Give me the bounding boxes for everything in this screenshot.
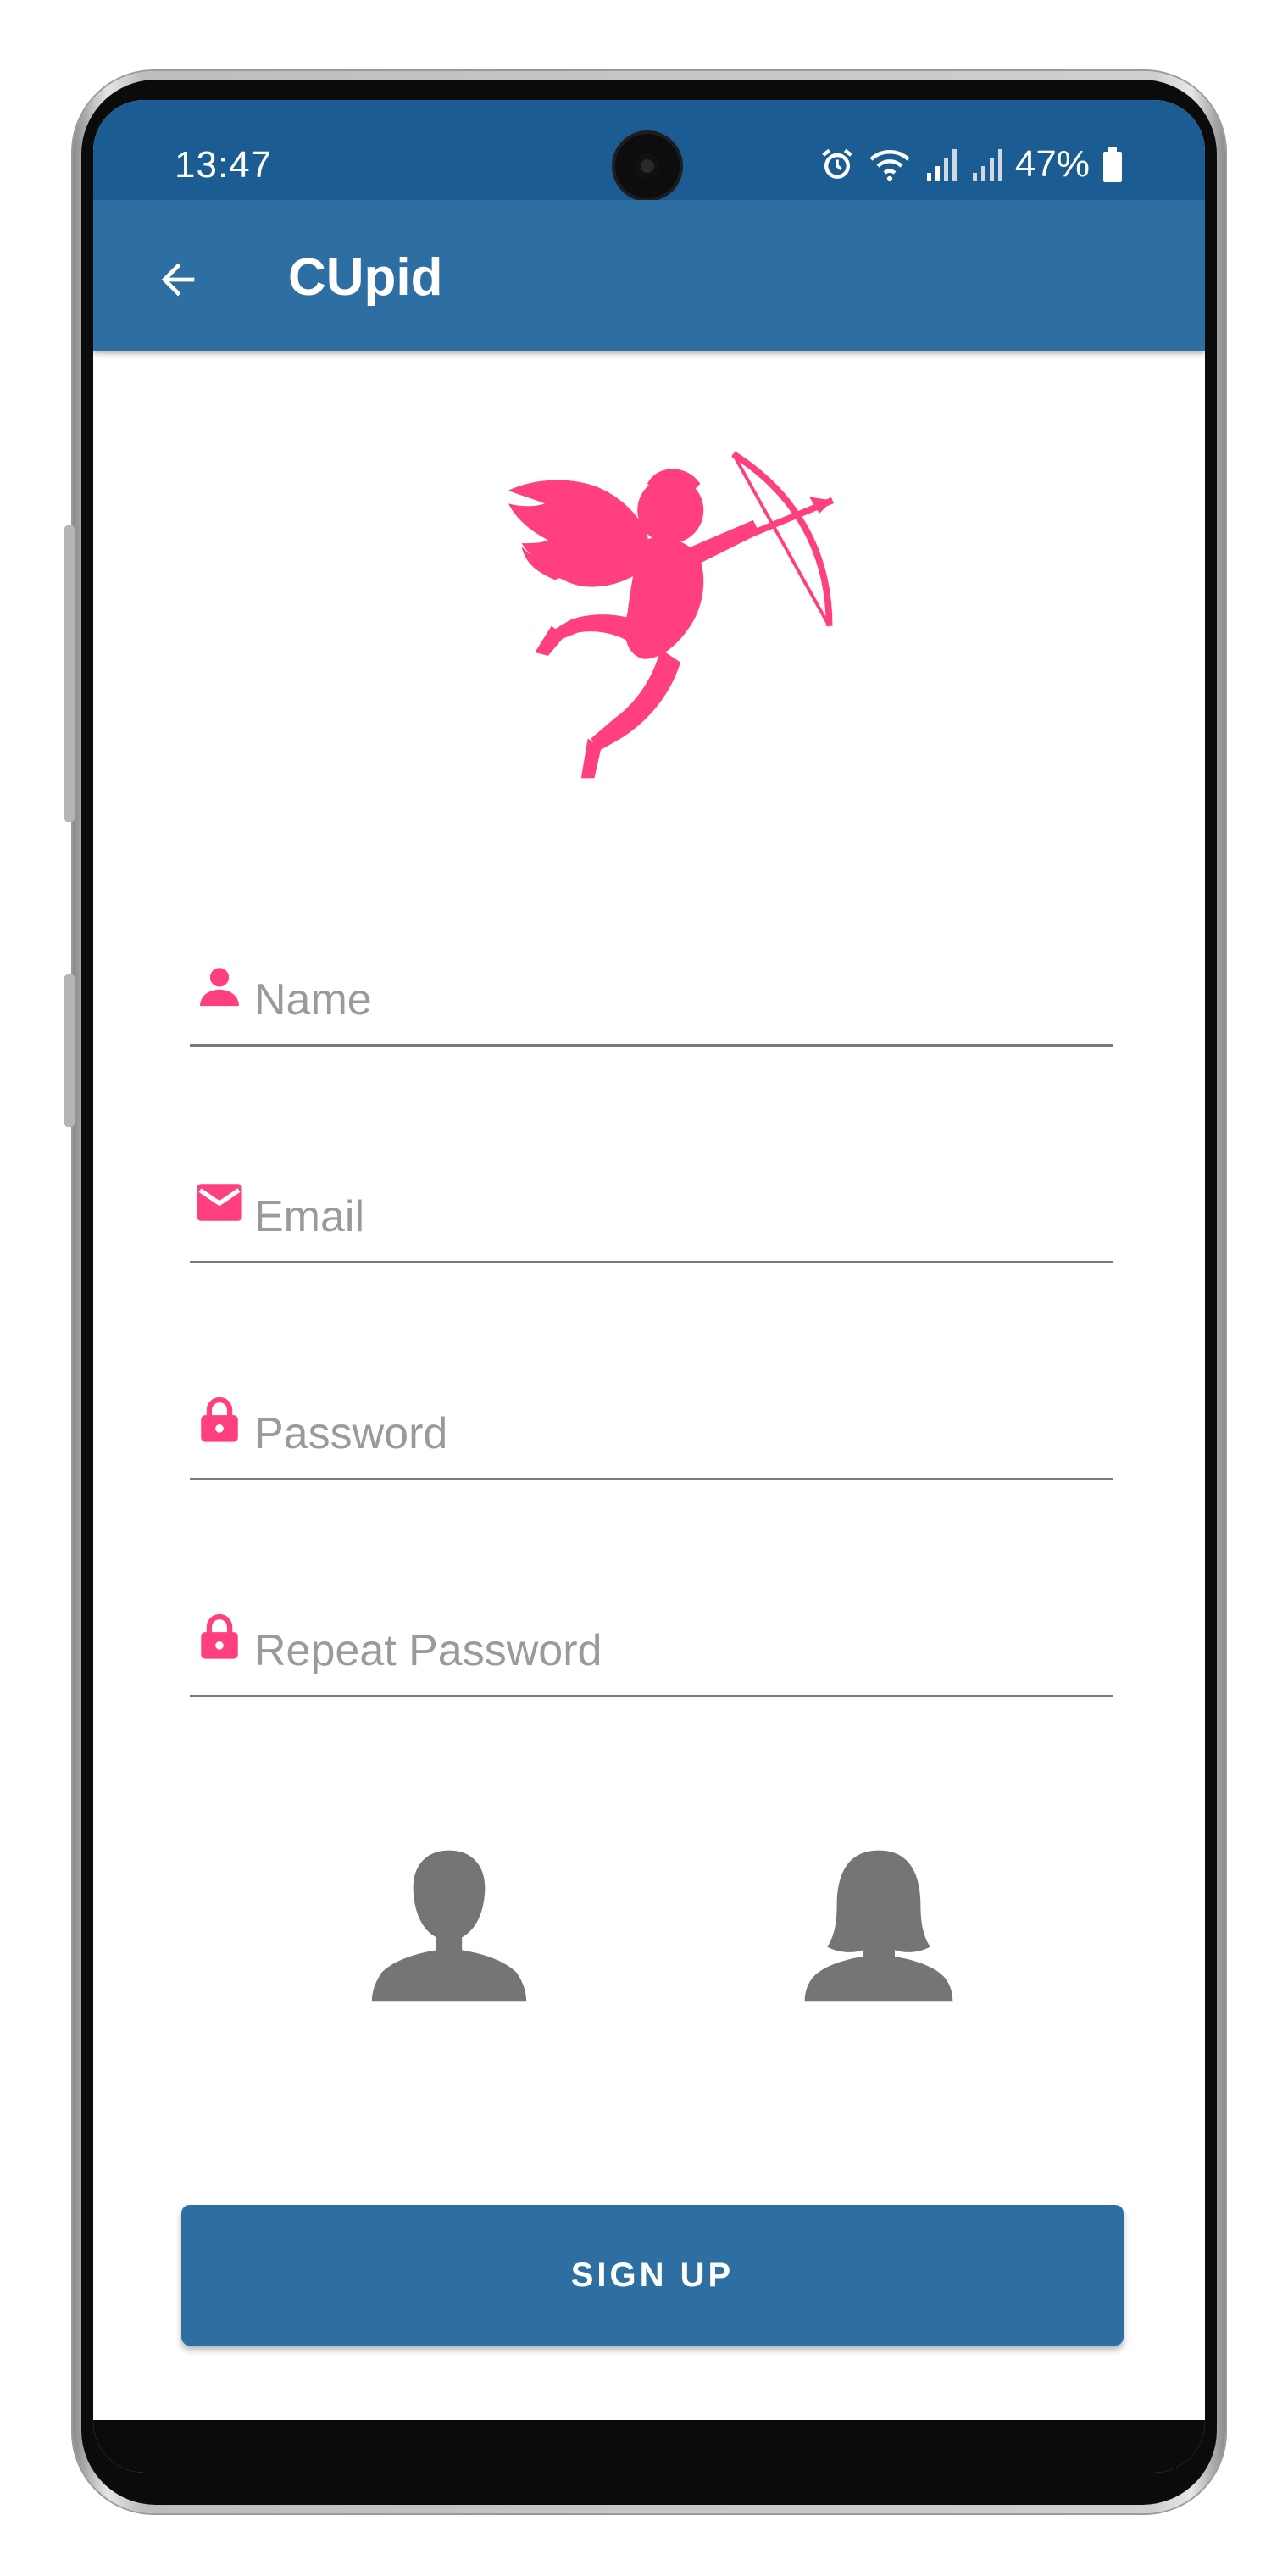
- wifi-icon: [869, 150, 910, 182]
- name-input[interactable]: [254, 973, 1085, 1027]
- cupid-logo: [508, 451, 834, 779]
- status-bar: 13:47 47%: [93, 100, 1205, 200]
- mail-icon: [197, 1184, 242, 1221]
- signal-icon: [972, 149, 1002, 181]
- app-title: CUpid: [288, 248, 443, 307]
- sign-up-button[interactable]: SIGN UP: [181, 2205, 1124, 2346]
- male-avatar-icon[interactable]: [369, 1844, 530, 2005]
- signal-icon: [926, 149, 957, 181]
- repeat-password-field: [190, 1610, 1113, 1697]
- battery-icon: [1103, 147, 1122, 182]
- repeat-password-input[interactable]: [254, 1624, 1085, 1678]
- female-avatar-icon[interactable]: [798, 1844, 959, 2005]
- lock-icon: [201, 1396, 238, 1442]
- email-field: [190, 1176, 1113, 1263]
- back-button[interactable]: [137, 239, 219, 320]
- phone-bottom-bezel: [93, 2420, 1205, 2473]
- status-icons: 47%: [819, 143, 1124, 185]
- volume-button: [64, 525, 75, 822]
- power-button: [64, 974, 75, 1127]
- name-field: [190, 959, 1113, 1046]
- status-time: 13:47: [175, 144, 273, 186]
- app-bar: CUpid: [93, 200, 1205, 351]
- arrow-back-icon: [161, 263, 195, 297]
- email-input[interactable]: [254, 1190, 1085, 1244]
- password-input[interactable]: [254, 1407, 1085, 1461]
- battery-percentage: 47%: [1014, 143, 1090, 185]
- person-icon: [200, 968, 239, 1007]
- app-screen: 13:47 47% CUpid Name Email SIGN UP: [93, 100, 1205, 2473]
- alarm-icon: [822, 148, 852, 179]
- password-field: [190, 1393, 1113, 1480]
- lock-icon: [201, 1613, 238, 1659]
- front-camera: [615, 134, 680, 198]
